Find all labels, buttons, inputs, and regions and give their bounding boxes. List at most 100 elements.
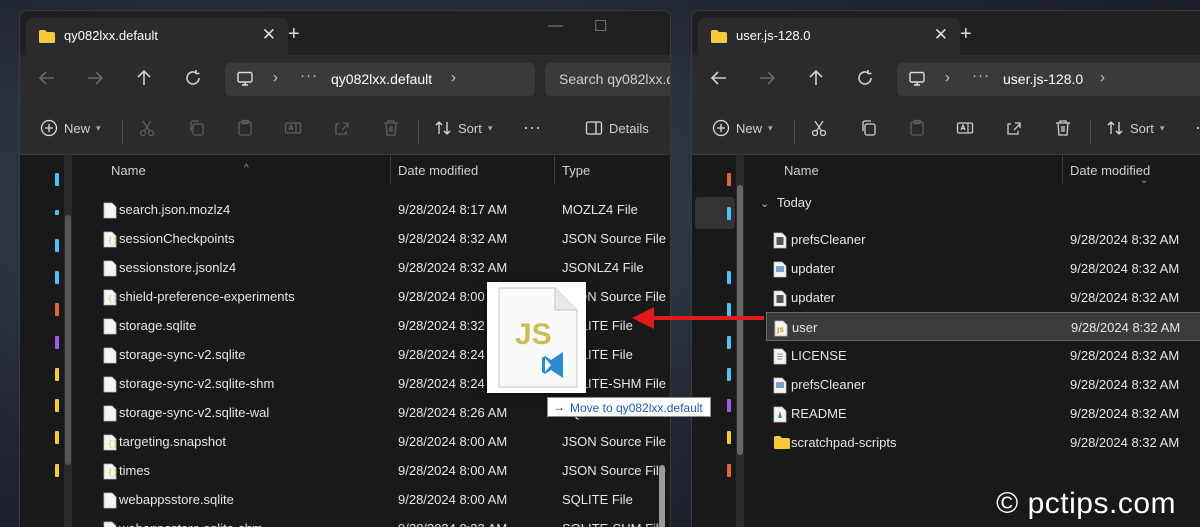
back-icon[interactable] xyxy=(38,69,56,92)
file-row[interactable]: {} targeting.snapshot 9/28/2024 8:00 AM JSO… xyxy=(20,427,670,456)
sort-button[interactable]: Sort ▾ xyxy=(1106,119,1164,137)
paste-icon[interactable] xyxy=(908,119,926,137)
sort-button[interactable]: Sort ▾ xyxy=(434,119,492,137)
delete-icon[interactable] xyxy=(1054,119,1072,137)
file-list-scrollbar[interactable] xyxy=(658,465,666,527)
tab-qy082lxx[interactable]: qy082lxx.default ✕ xyxy=(26,18,288,55)
new-tab-icon[interactable]: + xyxy=(960,23,972,46)
forward-icon[interactable] xyxy=(86,69,104,92)
file-name: storage-sync-v2.sqlite xyxy=(119,347,246,362)
delete-icon[interactable] xyxy=(382,119,400,137)
nav-pin-icon[interactable] xyxy=(727,173,731,186)
file-type: SQLITE-SHM File xyxy=(562,521,666,527)
more-options-icon[interactable]: ··· xyxy=(523,117,541,138)
search-input[interactable]: Search qy082lxx.default xyxy=(545,63,670,96)
this-pc-icon xyxy=(909,71,925,92)
details-button[interactable]: Details xyxy=(585,119,649,137)
nav-pin-icon[interactable] xyxy=(55,173,59,186)
column-header-type[interactable]: Type xyxy=(562,163,590,178)
json-file-icon: {} xyxy=(103,289,118,309)
rename-icon[interactable] xyxy=(956,119,974,137)
up-icon[interactable] xyxy=(807,69,825,92)
sort-label: Sort xyxy=(1130,120,1154,136)
divider[interactable] xyxy=(390,155,391,184)
forward-icon[interactable] xyxy=(758,69,776,92)
address-bar[interactable]: › ··· user.js-128.0 › xyxy=(897,63,1200,96)
file-row[interactable]: LICENSE 9/28/2024 8:32 AM xyxy=(692,341,1200,370)
column-header-name[interactable]: Name xyxy=(111,163,146,178)
chevron-down-icon: ⌄ xyxy=(760,198,770,210)
chevron-right-icon[interactable]: › xyxy=(1100,69,1105,86)
close-tab-icon[interactable]: ✕ xyxy=(262,25,276,45)
back-icon[interactable] xyxy=(710,69,728,92)
file-row[interactable]: prefsCleaner 9/28/2024 8:32 AM xyxy=(692,370,1200,399)
chevron-right-icon[interactable]: › xyxy=(451,69,456,86)
maximize-icon[interactable]: ☐ xyxy=(594,17,607,35)
share-icon[interactable] xyxy=(333,119,351,137)
share-icon[interactable] xyxy=(1005,119,1023,137)
file-row[interactable]: {} sessionCheckpoints 9/28/2024 8:32 AM JSO… xyxy=(20,224,670,253)
file-row[interactable]: scratchpad-scripts 9/28/2024 8:32 AM xyxy=(692,428,1200,457)
breadcrumb-current[interactable]: qy082lxx.default xyxy=(331,71,432,87)
new-tab-icon[interactable]: + xyxy=(288,23,300,46)
sort-icon xyxy=(1107,121,1123,135)
file-list-scroll-thumb[interactable] xyxy=(659,465,665,527)
file-name: shield-preference-experiments xyxy=(119,289,295,304)
address-bar[interactable]: › ··· qy082lxx.default › xyxy=(225,63,535,96)
paste-icon[interactable] xyxy=(236,119,254,137)
file-name: storage-sync-v2.sqlite-wal xyxy=(119,405,270,420)
file-row[interactable]: README 9/28/2024 8:32 AM xyxy=(692,399,1200,428)
refresh-icon[interactable] xyxy=(856,69,874,92)
file-row[interactable]: sessionstore.jsonlz4 9/28/2024 8:32 AM JSO… xyxy=(20,253,670,282)
file-type: JSON Source File xyxy=(562,231,667,246)
file-date: 9/28/2024 8:32 AM xyxy=(1071,320,1181,335)
column-header-name[interactable]: Name xyxy=(784,163,819,178)
column-header-date[interactable]: Date modified xyxy=(1070,163,1150,178)
more-options-icon[interactable]: · xyxy=(1195,117,1200,138)
breadcrumb-current[interactable]: user.js-128.0 xyxy=(1003,71,1083,87)
nav-pin-icon[interactable] xyxy=(727,207,731,220)
tab-user-js[interactable]: user.js-128.0 ✕ xyxy=(698,18,960,55)
file-row[interactable]: webappsstore.sqlite-shm 9/28/2024 8:32 AM… xyxy=(20,514,670,527)
folder-icon xyxy=(710,29,728,49)
file-date: 9/28/2024 8:00 AM xyxy=(398,434,508,449)
cut-icon[interactable] xyxy=(810,119,828,137)
close-tab-icon[interactable]: ✕ xyxy=(934,25,948,45)
file-row[interactable]: updater 9/28/2024 8:32 AM xyxy=(692,283,1200,312)
more-path-icon[interactable]: ··· xyxy=(972,67,990,84)
copy-icon[interactable] xyxy=(860,119,878,137)
chevron-down-icon: ⌄ xyxy=(1140,175,1149,186)
new-button[interactable]: New ▾ xyxy=(40,119,101,137)
file-row[interactable]: updater 9/28/2024 8:32 AM xyxy=(692,254,1200,283)
move-tooltip: → Move to qy082lxx.default xyxy=(547,397,711,417)
file-row[interactable]: search.json.mozlz4 9/28/2024 8:17 AM MOZLZ… xyxy=(20,195,670,224)
divider[interactable] xyxy=(554,155,555,184)
new-button[interactable]: New ▾ xyxy=(712,119,773,137)
address-bar-row: › ··· user.js-128.0 › xyxy=(692,55,1200,107)
file-icon xyxy=(103,492,117,512)
refresh-icon[interactable] xyxy=(184,69,202,92)
divider[interactable] xyxy=(1062,155,1063,184)
group-header-today[interactable]: ⌄ Today xyxy=(760,195,812,210)
file-type: MOZLZ4 File xyxy=(562,202,638,217)
copy-icon[interactable] xyxy=(188,119,206,137)
up-icon[interactable] xyxy=(135,69,153,92)
cut-icon[interactable] xyxy=(138,119,156,137)
file-row[interactable]: {} times 9/28/2024 8:00 AM JSON Source File xyxy=(20,456,670,485)
details-label: Details xyxy=(609,120,649,136)
file-date: 9/28/2024 8:32 AM xyxy=(398,260,508,275)
file-row[interactable]: prefsCleaner 9/28/2024 8:32 AM xyxy=(692,225,1200,254)
divider xyxy=(1090,119,1091,145)
file-name: updater xyxy=(791,290,836,305)
column-header-date[interactable]: Date modified xyxy=(398,163,478,178)
file-row[interactable]: webappsstore.sqlite 9/28/2024 8:00 AM SQLI… xyxy=(20,485,670,514)
more-path-icon[interactable]: ··· xyxy=(300,67,318,84)
tab-title: user.js-128.0 xyxy=(736,28,811,43)
file-icon xyxy=(103,347,117,367)
divider xyxy=(794,119,795,145)
nav-pin-icon[interactable] xyxy=(727,464,731,477)
file-row[interactable]: JS user 9/28/2024 8:32 AM xyxy=(766,312,1200,341)
minimize-icon[interactable]: — xyxy=(548,17,563,34)
sort-icon xyxy=(435,121,451,135)
rename-icon[interactable] xyxy=(284,119,302,137)
